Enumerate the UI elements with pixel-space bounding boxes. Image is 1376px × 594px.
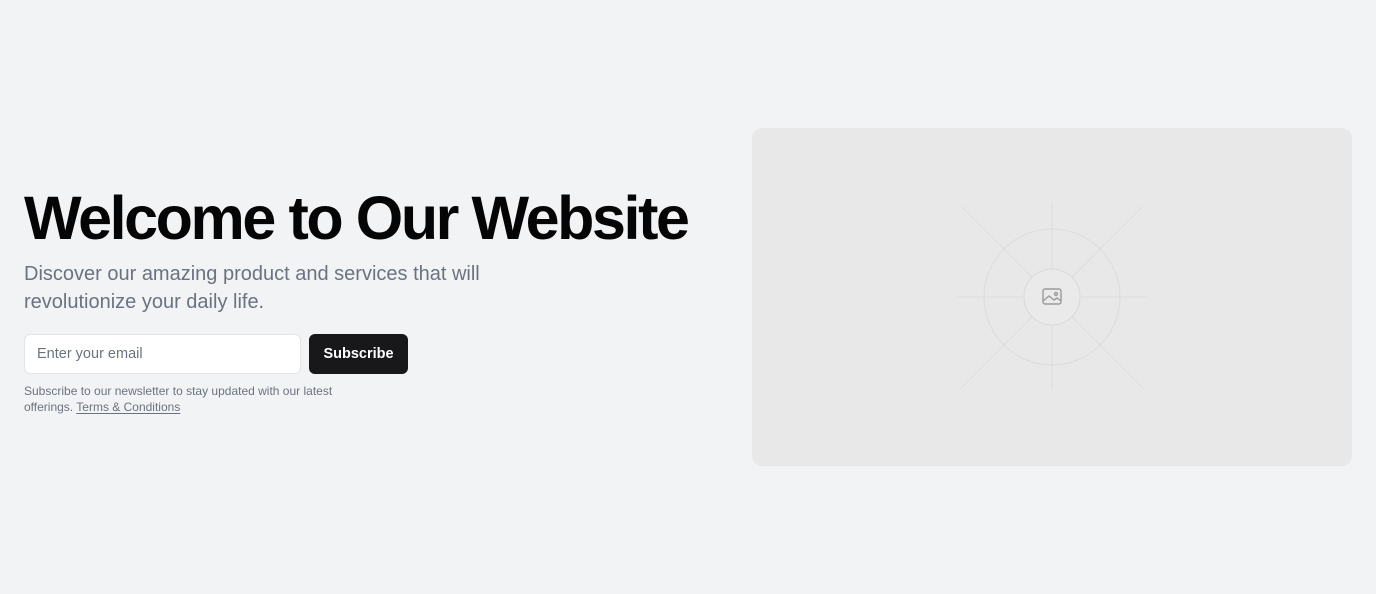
hero-image-placeholder xyxy=(752,128,1352,466)
hero-content: Welcome to Our Website Discover our amaz… xyxy=(24,186,724,415)
newsletter-note: Subscribe to our newsletter to stay upda… xyxy=(24,383,374,415)
email-input[interactable] xyxy=(24,334,301,374)
hero-section: Welcome to Our Website Discover our amaz… xyxy=(0,0,1376,594)
hero-title: Welcome to Our Website xyxy=(24,184,690,252)
hero-subtitle: Discover our amazing product and service… xyxy=(24,263,480,313)
inner-ring xyxy=(1023,268,1081,326)
subscribe-button[interactable]: Subscribe xyxy=(309,334,408,374)
placeholder-graphic xyxy=(956,204,1148,390)
newsletter-form: Subscribe xyxy=(24,334,724,374)
terms-link[interactable]: Terms & Conditions xyxy=(76,400,180,414)
